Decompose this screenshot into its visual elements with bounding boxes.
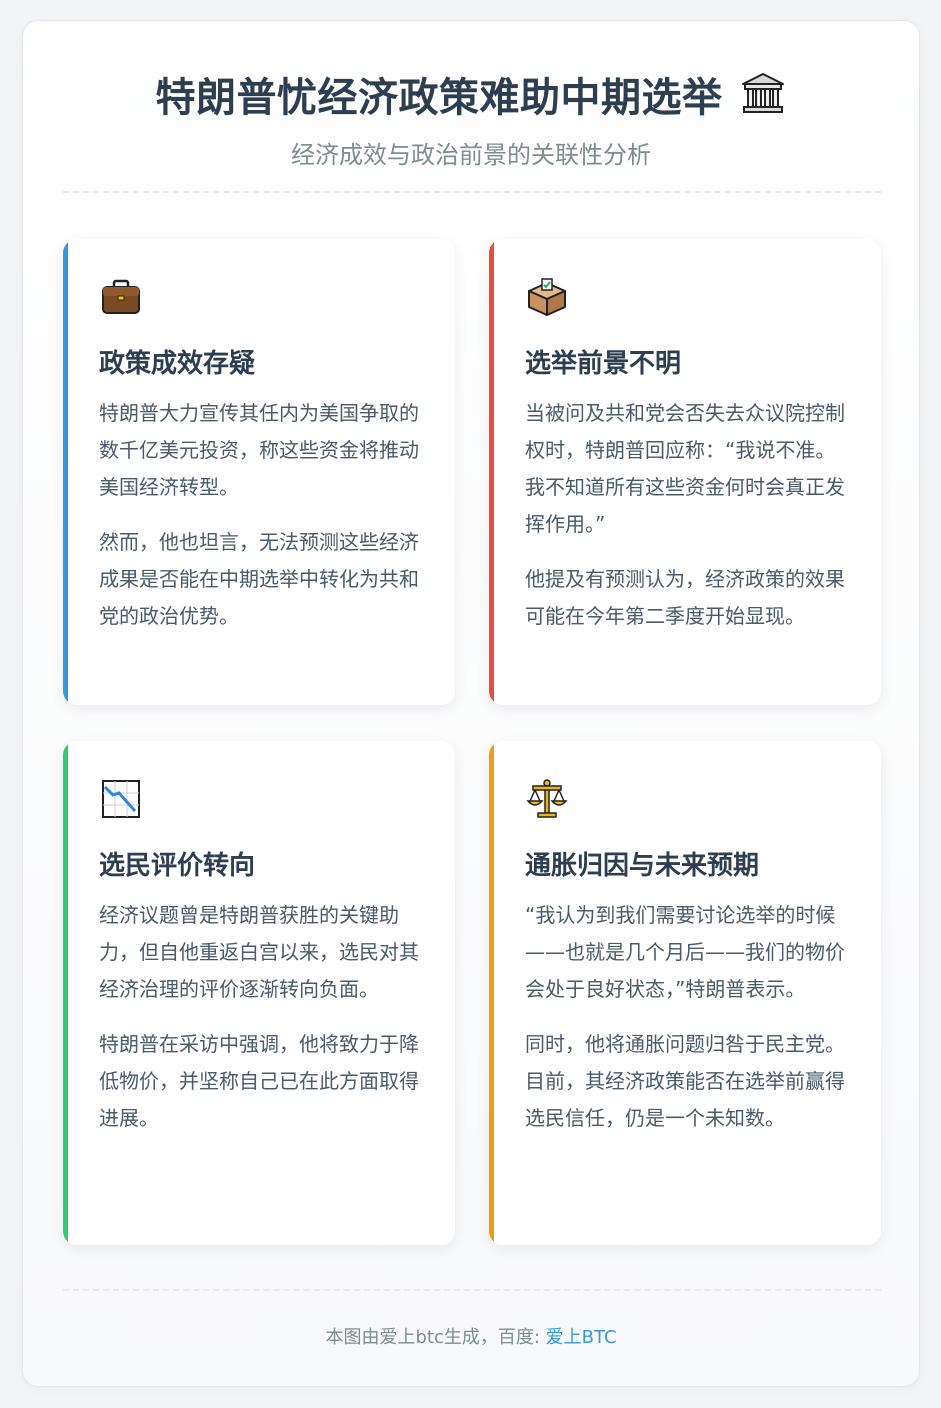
card-paragraph: 特朗普大力宣传其任内为美国争取的数千亿美元投资，称这些资金将推动美国经济转型。: [99, 401, 419, 499]
card-body: 特朗普大力宣传其任内为美国争取的数千亿美元投资，称这些资金将推动美国经济转型。 …: [99, 395, 419, 653]
card-voter-sentiment: 选民评价转向 经济议题曾是特朗普获胜的关键助力，但自他重返白宫以来，选民对其经济…: [63, 741, 455, 1245]
title-row: 特朗普忧经济政策难助中期选举: [23, 65, 919, 123]
card-body: “我认为到我们需要讨论选举的时候——也就是几个月后——我们的物价会处于良好状态，…: [525, 897, 845, 1155]
card-title: 通胀归因与未来预期: [525, 851, 760, 881]
card-title: 选民评价转向: [99, 851, 256, 881]
card-inflation: 通胀归因与未来预期 “我认为到我们需要讨论选举的时候——也就是几个月后——我们的…: [489, 741, 881, 1245]
card-paragraph: 特朗普在采访中强调，他将致力于降低物价，并坚称自己已在此方面取得进展。: [99, 1032, 419, 1130]
header-divider: [63, 191, 881, 193]
page-subtitle: 经济成效与政治前景的关联性分析: [291, 141, 651, 169]
footer-divider: [63, 1289, 881, 1291]
card-body: 经济议题曾是特朗普获胜的关键助力，但自他重返白宫以来，选民对其经济治理的评价逐渐…: [99, 897, 419, 1155]
card-election-outlook: 选举前景不明 当被问及共和党会否失去众议院控制权时，特朗普回应称：“我说不准。我…: [489, 239, 881, 705]
card-paragraph: 同时，他将通胀问题归咎于民主党。目前，其经济政策能否在选举前赢得选民信任，仍是一…: [525, 1032, 845, 1130]
infographic-page: 特朗普忧经济政策难助中期选举 经济成效与政治前景的关联性分析 政策成效存疑 特朗…: [22, 20, 920, 1387]
briefcase-icon: [102, 279, 140, 314]
card-paragraph: “我认为到我们需要讨论选举的时候——也就是几个月后——我们的物价会处于良好状态，…: [525, 903, 845, 1001]
page-title: 特朗普忧经济政策难助中期选举: [155, 75, 723, 121]
card-title: 选举前景不明: [525, 349, 682, 379]
card-paragraph: 当被问及共和党会否失去众议院控制权时，特朗普回应称：“我说不准。我不知道所有这些…: [525, 401, 845, 536]
ballot-box-icon: [528, 278, 566, 316]
footer-link[interactable]: 爱上BTC: [546, 1327, 617, 1348]
card-title: 政策成效存疑: [99, 349, 256, 379]
card-body: 当被问及共和党会否失去众议院控制权时，特朗普回应称：“我说不准。我不知道所有这些…: [525, 395, 845, 653]
card-paragraph: 然而，他也坦言，无法预测这些经济成果是否能在中期选举中转化为共和党的政治优势。: [99, 530, 419, 628]
footer-text: 本图由爱上btc生成，百度:: [325, 1327, 546, 1348]
chart-decreasing-icon: [102, 780, 140, 818]
card-paragraph: 经济议题曾是特朗普获胜的关键助力，但自他重返白宫以来，选民对其经济治理的评价逐渐…: [99, 903, 419, 1001]
card-paragraph: 他提及有预测认为，经济政策的效果可能在今年第二季度开始显现。: [525, 567, 845, 628]
balance-scale-icon: [526, 779, 568, 818]
card-policy-effect: 政策成效存疑 特朗普大力宣传其任内为美国争取的数千亿美元投资，称这些资金将推动美…: [63, 239, 455, 705]
footer: 本图由爱上btc生成，百度: 爱上BTC: [23, 1323, 919, 1349]
classical-building-icon: [741, 73, 784, 113]
